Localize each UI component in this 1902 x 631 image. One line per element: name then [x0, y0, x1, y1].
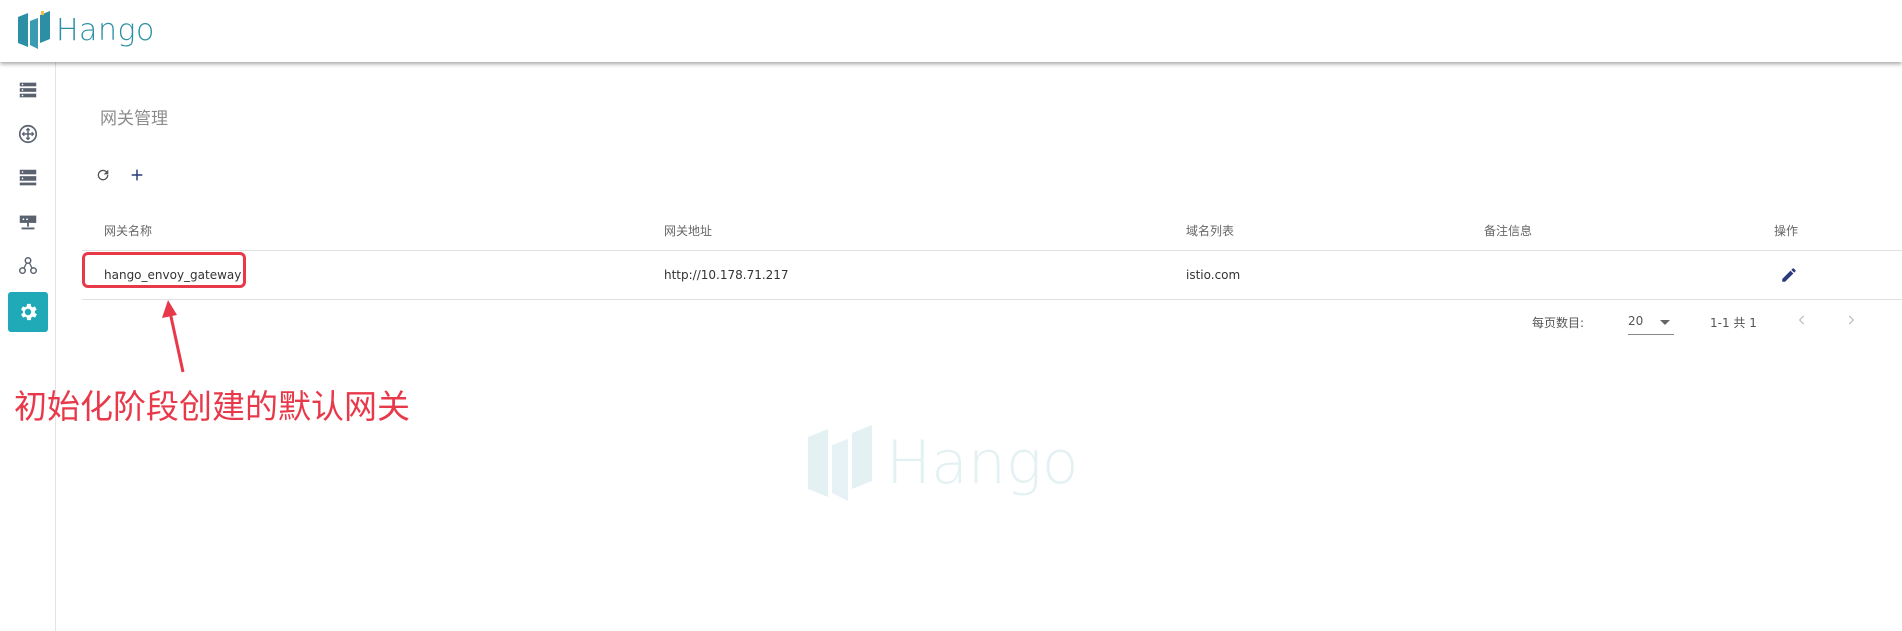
chevron-left-icon: [1798, 315, 1805, 325]
sidebar-nav: [0, 62, 56, 631]
column-header-address[interactable]: 网关地址: [664, 210, 712, 250]
pagination: 每页数目: 20 1-1 共 1: [56, 302, 1902, 342]
page-title: 网关管理: [100, 109, 168, 129]
table-toolbar: [92, 164, 148, 186]
annotation-highlight-box: [82, 252, 246, 288]
network-icon: [19, 215, 37, 230]
hango-watermark-logo-icon: [808, 425, 872, 501]
table-row[interactable]: hango_envoy_gateway http://10.178.71.217…: [82, 251, 1902, 300]
router-icon: [18, 124, 38, 144]
graph-nodes-icon: [19, 257, 37, 275]
column-header-name[interactable]: 网关名称: [104, 210, 152, 250]
chevron-down-icon: [1660, 320, 1670, 325]
sidebar-item-settings[interactable]: [8, 292, 48, 332]
watermark-text: Hango: [886, 428, 1079, 498]
refresh-button[interactable]: [92, 164, 114, 186]
gear-icon: [21, 303, 37, 321]
page-range-text: 1-1 共 1: [1710, 316, 1757, 330]
add-gateway-button[interactable]: [126, 164, 148, 186]
sidebar-item-router[interactable]: [8, 114, 48, 154]
page-size-select[interactable]: 20: [1628, 306, 1674, 335]
server-list-icon: [19, 82, 37, 98]
edit-icon: [1782, 268, 1796, 282]
sidebar-item-server-list[interactable]: [8, 70, 48, 110]
sidebar-item-network[interactable]: [8, 202, 48, 242]
page-size-label: 每页数目:: [1532, 316, 1585, 330]
next-page-button[interactable]: [1841, 310, 1861, 330]
top-header: Hango: [0, 0, 1902, 62]
sidebar-item-graph[interactable]: [8, 246, 48, 286]
annotation-text: 初始化阶段创建的默认网关: [14, 387, 410, 426]
gateway-table: 网关名称 网关地址 域名列表 备注信息 操作 hango_envoy_gatew…: [82, 210, 1902, 300]
hango-logo-icon: [18, 11, 50, 49]
hango-watermark: Hango: [800, 415, 1079, 511]
table-header: 网关名称 网关地址 域名列表 备注信息 操作: [82, 210, 1902, 251]
column-header-remark[interactable]: 备注信息: [1484, 210, 1532, 250]
prev-page-button[interactable]: [1792, 310, 1812, 330]
main-content: 网关管理 网关名称 网关地址 域名列表 备注信息 操作 hango_envoy_…: [56, 62, 1902, 631]
column-header-domains[interactable]: 域名列表: [1186, 210, 1234, 250]
gateway-address-cell: http://10.178.71.217: [664, 268, 789, 282]
gateway-domains-cell: istio.com: [1186, 268, 1241, 282]
chevron-right-icon: [1848, 315, 1855, 325]
refresh-icon: [97, 169, 109, 181]
page-size-value: 20: [1628, 314, 1644, 328]
column-header-actions: 操作: [1774, 223, 1799, 238]
annotation-arrow-icon: [162, 300, 185, 373]
logo-text: Hango: [56, 12, 155, 48]
app-logo[interactable]: Hango: [14, 9, 155, 51]
plus-icon: [131, 169, 143, 181]
sidebar-item-server-stack[interactable]: [8, 158, 48, 198]
server-stack-icon: [19, 169, 37, 186]
edit-gateway-button[interactable]: [1780, 251, 1798, 299]
